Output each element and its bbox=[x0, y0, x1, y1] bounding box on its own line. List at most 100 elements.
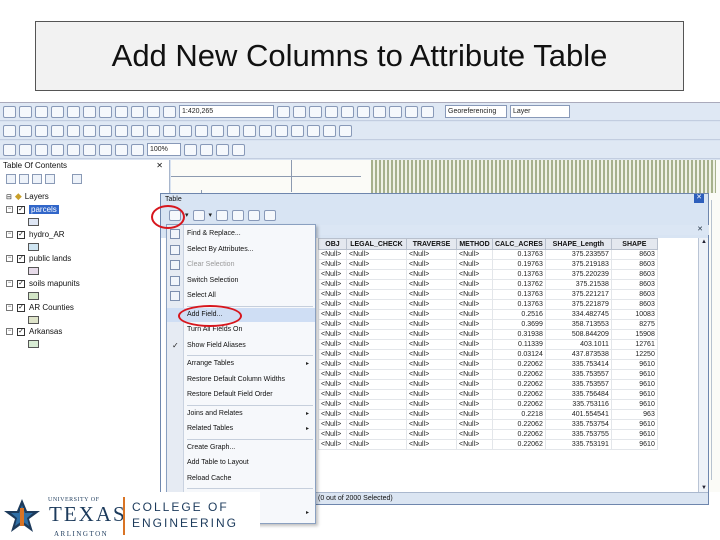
menu-item-related-tables[interactable]: Related Tables ▸ bbox=[167, 422, 315, 436]
list-by-visibility-icon[interactable] bbox=[32, 174, 42, 184]
catalog-icon[interactable] bbox=[309, 105, 322, 118]
focus-data-frame-icon[interactable] bbox=[200, 143, 213, 156]
zoom-whole-page-icon[interactable] bbox=[51, 143, 64, 156]
table-cell[interactable]: 12761 bbox=[610, 339, 658, 350]
toc-layer-public-lands[interactable]: − ✓ public lands bbox=[6, 254, 71, 263]
full-extent-icon[interactable] bbox=[51, 124, 64, 137]
table-cell[interactable]: <Null> bbox=[406, 249, 457, 260]
table-cell[interactable]: <Null> bbox=[346, 319, 407, 330]
table-cell[interactable]: <Null> bbox=[346, 339, 407, 350]
table-cell[interactable]: <Null> bbox=[456, 329, 493, 340]
table-cell[interactable]: 0.22062 bbox=[492, 419, 546, 430]
toc-layer-parcels[interactable]: − ✓ parcels bbox=[6, 205, 59, 214]
menu-item-switch-selection[interactable]: Switch Selection bbox=[167, 274, 315, 288]
table-cell[interactable]: <Null> bbox=[346, 299, 407, 310]
fixed-zoom-out-icon[interactable] bbox=[83, 124, 96, 137]
layer-visibility-checkbox[interactable]: ✓ bbox=[17, 279, 25, 288]
table-cell[interactable]: 0.13763 bbox=[492, 299, 546, 310]
table-cell[interactable]: 335.753755 bbox=[544, 429, 612, 440]
table-row[interactable]: <Null> <Null> <Null> <Null> 0.2516 334.482745… bbox=[318, 309, 658, 320]
table-cell[interactable]: <Null> bbox=[346, 389, 407, 400]
table-cell[interactable]: <Null> bbox=[346, 289, 407, 300]
table-cell[interactable]: <Null> bbox=[406, 319, 457, 330]
table-cell[interactable]: <Null> bbox=[406, 359, 457, 370]
table-cell[interactable]: <Null> bbox=[456, 319, 493, 330]
clear-selected-icon[interactable] bbox=[147, 124, 160, 137]
menu-item-add-table-to-layout[interactable]: Add Table to Layout bbox=[167, 456, 315, 470]
table-cell[interactable]: 0.22062 bbox=[492, 389, 546, 400]
table-cell[interactable]: <Null> bbox=[456, 359, 493, 370]
list-by-selection-icon[interactable] bbox=[45, 174, 55, 184]
tab-close-icon[interactable]: ✕ bbox=[697, 225, 703, 233]
table-cell[interactable]: 0.22062 bbox=[492, 399, 546, 410]
layout-pan-icon[interactable] bbox=[35, 143, 48, 156]
table-cell[interactable]: <Null> bbox=[456, 259, 493, 270]
forward-icon[interactable] bbox=[115, 124, 128, 137]
chevron-down-icon[interactable]: ▾ bbox=[209, 211, 213, 219]
table-cell[interactable]: <Null> bbox=[318, 299, 347, 310]
zoom-out-icon[interactable] bbox=[19, 124, 32, 137]
table-cell[interactable]: <Null> bbox=[406, 349, 457, 360]
table-cell[interactable]: <Null> bbox=[346, 439, 407, 450]
table-cell[interactable]: 0.22062 bbox=[492, 429, 546, 440]
table-row[interactable]: <Null> <Null> <Null> <Null> 0.13763 375.22187… bbox=[318, 299, 658, 310]
table-of-contents-icon[interactable] bbox=[293, 105, 306, 118]
table-cell[interactable]: 0.3699 bbox=[492, 319, 546, 330]
find-icon[interactable] bbox=[195, 124, 208, 137]
list-by-drawing-order-icon[interactable] bbox=[6, 174, 16, 184]
table-cell[interactable]: <Null> bbox=[406, 429, 457, 440]
table-cell[interactable]: <Null> bbox=[406, 399, 457, 410]
expand-icon[interactable]: − bbox=[6, 206, 13, 213]
table-cell[interactable]: 0.19763 bbox=[492, 259, 546, 270]
table-cell[interactable]: <Null> bbox=[318, 329, 347, 340]
table-cell[interactable]: 335.753754 bbox=[544, 419, 612, 430]
scroll-down-icon[interactable]: ▼ bbox=[700, 484, 708, 492]
search-icon[interactable] bbox=[325, 105, 338, 118]
table-cell[interactable]: 10083 bbox=[610, 309, 658, 320]
table-cell[interactable]: 0.13763 bbox=[492, 289, 546, 300]
menu-item-find-replace[interactable]: Find & Replace... bbox=[167, 227, 315, 241]
table-cell[interactable]: 8603 bbox=[610, 289, 658, 300]
layer-visibility-checkbox[interactable]: ✓ bbox=[17, 303, 25, 312]
table-cell[interactable]: <Null> bbox=[318, 429, 347, 440]
table-cell[interactable]: <Null> bbox=[456, 399, 493, 410]
table-row[interactable]: <Null> <Null> <Null> <Null> 0.22062 335.75355… bbox=[318, 369, 658, 380]
table-cell[interactable]: 9610 bbox=[610, 369, 658, 380]
open-icon[interactable] bbox=[19, 105, 32, 118]
layout-zoom-out-icon[interactable] bbox=[19, 143, 32, 156]
delete-selected-icon[interactable] bbox=[264, 209, 277, 221]
menu-item-select-all[interactable]: Select All bbox=[167, 289, 315, 303]
table-cell[interactable]: 437.873538 bbox=[544, 349, 612, 360]
table-cell[interactable]: <Null> bbox=[406, 379, 457, 390]
identify-icon[interactable] bbox=[179, 124, 192, 137]
select-elements-icon[interactable] bbox=[163, 124, 176, 137]
column-header[interactable]: SHAPE bbox=[610, 238, 658, 250]
table-cell[interactable]: <Null> bbox=[406, 339, 457, 350]
table-cell[interactable]: <Null> bbox=[456, 279, 493, 290]
vertical-scrollbar[interactable]: ▲ ▼ bbox=[698, 238, 708, 492]
table-cell[interactable]: <Null> bbox=[346, 419, 407, 430]
paste-icon[interactable] bbox=[99, 105, 112, 118]
table-cell[interactable]: <Null> bbox=[456, 439, 493, 450]
table-row[interactable]: <Null> <Null> <Null> <Null> 0.13762 375.21538… bbox=[318, 279, 658, 290]
toc-options-icon[interactable] bbox=[72, 174, 82, 184]
copy-icon[interactable] bbox=[83, 105, 96, 118]
column-header[interactable]: CALC_ACRES bbox=[492, 238, 546, 250]
table-cell[interactable]: 334.482745 bbox=[544, 309, 612, 320]
table-cell[interactable]: 0.2516 bbox=[492, 309, 546, 320]
table-cell[interactable]: <Null> bbox=[318, 359, 347, 370]
model-builder-icon[interactable] bbox=[373, 105, 386, 118]
zoom-100-icon[interactable] bbox=[99, 143, 112, 156]
table-row[interactable]: <Null> <Null> <Null> <Null> 0.22062 335.75648… bbox=[318, 389, 658, 400]
table-cell[interactable]: 8603 bbox=[610, 259, 658, 270]
table-cell[interactable]: <Null> bbox=[456, 429, 493, 440]
table-cell[interactable]: 375.21538 bbox=[544, 279, 612, 290]
menu-item-clear-selection[interactable]: Clear Selection bbox=[167, 258, 315, 272]
zoom-percent-combo[interactable]: 100% bbox=[147, 143, 181, 156]
table-cell[interactable]: 963 bbox=[610, 409, 658, 420]
new-icon[interactable] bbox=[3, 105, 16, 118]
table-cell[interactable]: <Null> bbox=[346, 409, 407, 420]
table-cell[interactable]: 375.221879 bbox=[544, 299, 612, 310]
data-frame-icon[interactable] bbox=[421, 105, 434, 118]
table-cell[interactable]: <Null> bbox=[318, 409, 347, 420]
